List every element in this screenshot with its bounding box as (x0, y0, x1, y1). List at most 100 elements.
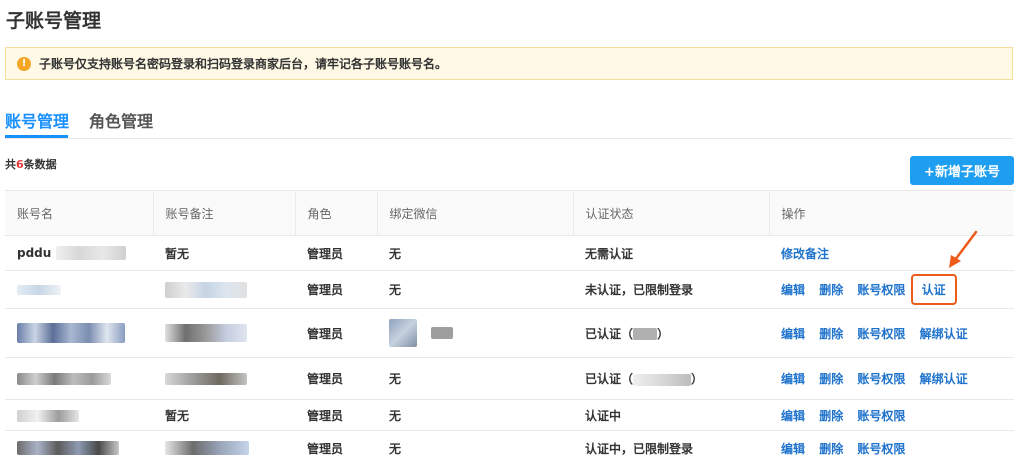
notice-banner: ! 子账号仅支持账号名密码登录和扫码登录商家后台，请牢记各子账号账号名。 (5, 47, 1013, 80)
tab-bar: 账号管理 角色管理 (5, 100, 1013, 139)
actions-cell: 编辑 删除 账号权限 (769, 431, 1014, 465)
redacted-verifier (633, 328, 657, 340)
wechat-cell: 无 (377, 358, 573, 400)
actions-cell: 编辑 删除 账号权限 解绑认证 (769, 309, 1014, 358)
redacted-account-name (56, 246, 126, 260)
remark-cell (153, 431, 295, 465)
redacted-remark (165, 441, 249, 455)
header-status: 认证状态 (573, 191, 769, 236)
tab-role-management[interactable]: 角色管理 (89, 108, 153, 132)
role-cell: 管理员 (295, 358, 377, 400)
redacted-account-name (17, 323, 125, 343)
status-cell: 已认证（ ） (573, 358, 769, 400)
wechat-cell: 无 (377, 236, 573, 271)
delete-link[interactable]: 删除 (819, 409, 843, 423)
table-row: 管理员 无 认证中，已限制登录 编辑 删除 账号权限 (5, 431, 1014, 465)
wechat-cell: 无 (377, 400, 573, 431)
redacted-remark (165, 324, 247, 342)
status-prefix: 已认证（ (585, 372, 633, 386)
status-prefix: 已认证（ (585, 327, 633, 341)
header-wechat: 绑定微信 (377, 191, 573, 236)
redacted-account-name (17, 285, 61, 295)
table-header-row: 账号名 账号备注 角色 绑定微信 认证状态 操作 (5, 191, 1014, 236)
account-name-cell (5, 358, 153, 400)
role-cell: 管理员 (295, 400, 377, 431)
wechat-cell: 无 (377, 271, 573, 309)
status-suffix: ） (691, 372, 703, 386)
account-name-cell (5, 271, 153, 309)
status-cell: 认证中 (573, 400, 769, 431)
remark-cell (153, 309, 295, 358)
wechat-cell (377, 309, 573, 358)
sub-account-table: 账号名 账号备注 角色 绑定微信 认证状态 操作 pddu 暂无 管理员 无 无… (5, 190, 1014, 465)
count-number: 6 (16, 158, 24, 171)
table-row: 管理员 无 已认证（ ） 编辑 删除 账号权限 解绑认证 (5, 358, 1014, 400)
delete-link[interactable]: 删除 (819, 327, 843, 341)
role-cell: 管理员 (295, 431, 377, 465)
account-permission-link[interactable]: 账号权限 (857, 283, 905, 297)
account-permission-link[interactable]: 账号权限 (857, 372, 905, 386)
count-suffix: 条数据 (24, 158, 57, 171)
add-sub-account-button[interactable]: +新增子账号 (910, 156, 1014, 185)
redacted-account-name (17, 441, 119, 455)
table-row: 管理员 已认证（ ） 编辑 删除 账号权限 解绑认证 (5, 309, 1014, 358)
account-name: pddu (17, 246, 51, 260)
actions-cell: 编辑 删除 账号权限 解绑认证 (769, 358, 1014, 400)
edit-link[interactable]: 编辑 (781, 327, 805, 341)
status-suffix: ） (657, 327, 669, 341)
remark-cell (153, 271, 295, 309)
redacted-account-name (17, 410, 79, 422)
delete-link[interactable]: 删除 (819, 372, 843, 386)
account-permission-link[interactable]: 账号权限 (857, 327, 905, 341)
account-name-cell (5, 400, 153, 431)
account-permission-link[interactable]: 账号权限 (857, 442, 905, 456)
header-remark: 账号备注 (153, 191, 295, 236)
delete-link[interactable]: 删除 (819, 283, 843, 297)
table-row: pddu 暂无 管理员 无 无需认证 修改备注 (5, 236, 1014, 271)
table-row: 暂无 管理员 无 认证中 编辑 删除 账号权限 (5, 400, 1014, 431)
status-cell: 无需认证 (573, 236, 769, 271)
tab-account-management[interactable]: 账号管理 (5, 108, 69, 132)
role-cell: 管理员 (295, 236, 377, 271)
remark-cell: 暂无 (153, 400, 295, 431)
delete-link[interactable]: 删除 (819, 442, 843, 456)
remark-cell (153, 358, 295, 400)
status-cell: 认证中，已限制登录 (573, 431, 769, 465)
wechat-cell: 无 (377, 431, 573, 465)
warning-icon: ! (17, 57, 31, 71)
actions-cell: 编辑 删除 账号权限 (769, 400, 1014, 431)
redacted-wechat-name (431, 327, 453, 339)
highlight-box: 认证 (911, 274, 957, 305)
redacted-account-name (17, 373, 111, 385)
arrow-icon (945, 228, 981, 270)
edit-link[interactable]: 编辑 (781, 372, 805, 386)
redacted-wechat-avatar (389, 319, 417, 347)
unbind-verification-link[interactable]: 解绑认证 (920, 372, 968, 386)
remark-cell: 暂无 (153, 236, 295, 271)
actions-cell: 编辑 删除 账号权限 认证 (769, 271, 1014, 309)
account-name-cell (5, 309, 153, 358)
header-account-name: 账号名 (5, 191, 153, 236)
record-count: 共6条数据 (5, 156, 57, 172)
edit-remark-link[interactable]: 修改备注 (781, 247, 829, 261)
verify-link[interactable]: 认证 (922, 283, 946, 297)
edit-link[interactable]: 编辑 (781, 409, 805, 423)
role-cell: 管理员 (295, 309, 377, 358)
redacted-remark (165, 373, 247, 385)
table-row: 管理员 无 未认证，已限制登录 编辑 删除 账号权限 认证 (5, 271, 1014, 309)
edit-link[interactable]: 编辑 (781, 442, 805, 456)
status-cell: 已认证（ ） (573, 309, 769, 358)
count-prefix: 共 (5, 158, 16, 171)
role-cell: 管理员 (295, 271, 377, 309)
redacted-remark (165, 282, 247, 298)
active-tab-indicator (5, 135, 68, 138)
account-name-cell (5, 431, 153, 465)
status-cell: 未认证，已限制登录 (573, 271, 769, 309)
redacted-verifier (633, 374, 691, 386)
account-name-cell: pddu (5, 236, 153, 271)
account-permission-link[interactable]: 账号权限 (857, 409, 905, 423)
edit-link[interactable]: 编辑 (781, 283, 805, 297)
header-role: 角色 (295, 191, 377, 236)
unbind-verification-link[interactable]: 解绑认证 (920, 327, 968, 341)
notice-text: 子账号仅支持账号名密码登录和扫码登录商家后台，请牢记各子账号账号名。 (39, 55, 447, 72)
